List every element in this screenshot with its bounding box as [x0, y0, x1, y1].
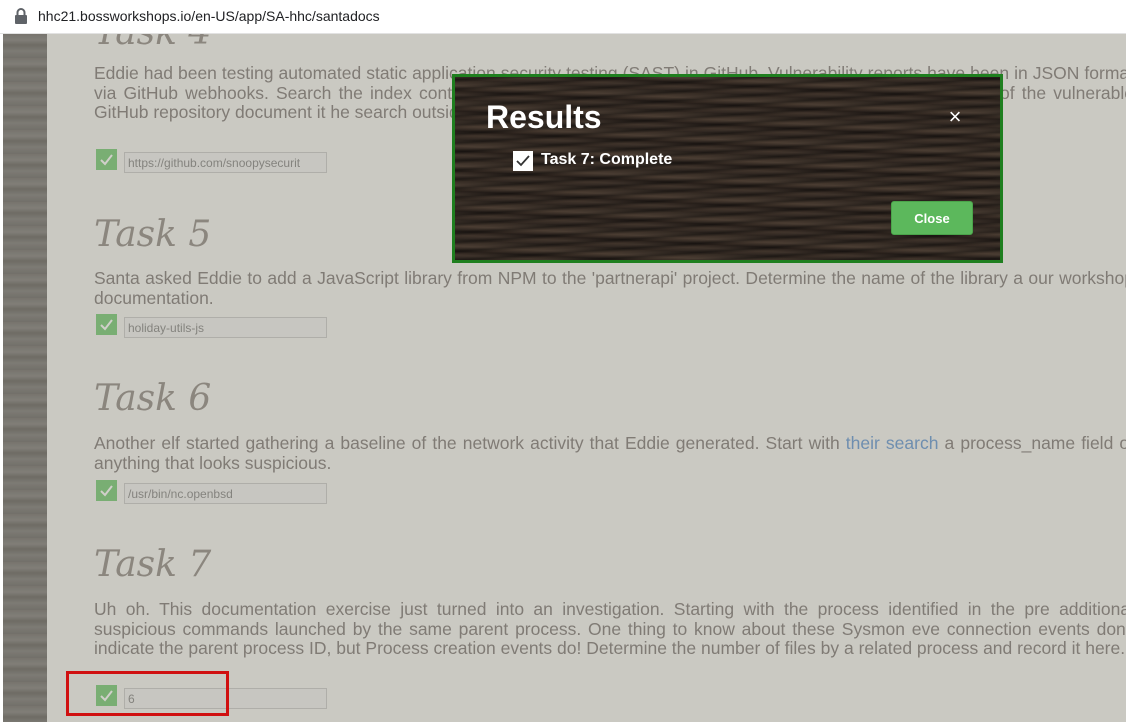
annotation-highlight-box: [66, 671, 229, 716]
checkbox-checked-icon: [513, 151, 533, 171]
lock-icon: [15, 8, 27, 24]
url-text[interactable]: hhc21.bossworkshops.io/en-US/app/SA-hhc/…: [38, 8, 380, 24]
result-label: Task 7: Complete: [541, 151, 673, 168]
close-button[interactable]: Close: [891, 201, 973, 235]
results-modal: Results × Task 7: Complete Close: [452, 74, 1003, 263]
modal-title: Results: [486, 99, 602, 135]
browser-address-bar[interactable]: hhc21.bossworkshops.io/en-US/app/SA-hhc/…: [0, 0, 1126, 34]
close-icon[interactable]: ×: [945, 106, 965, 128]
